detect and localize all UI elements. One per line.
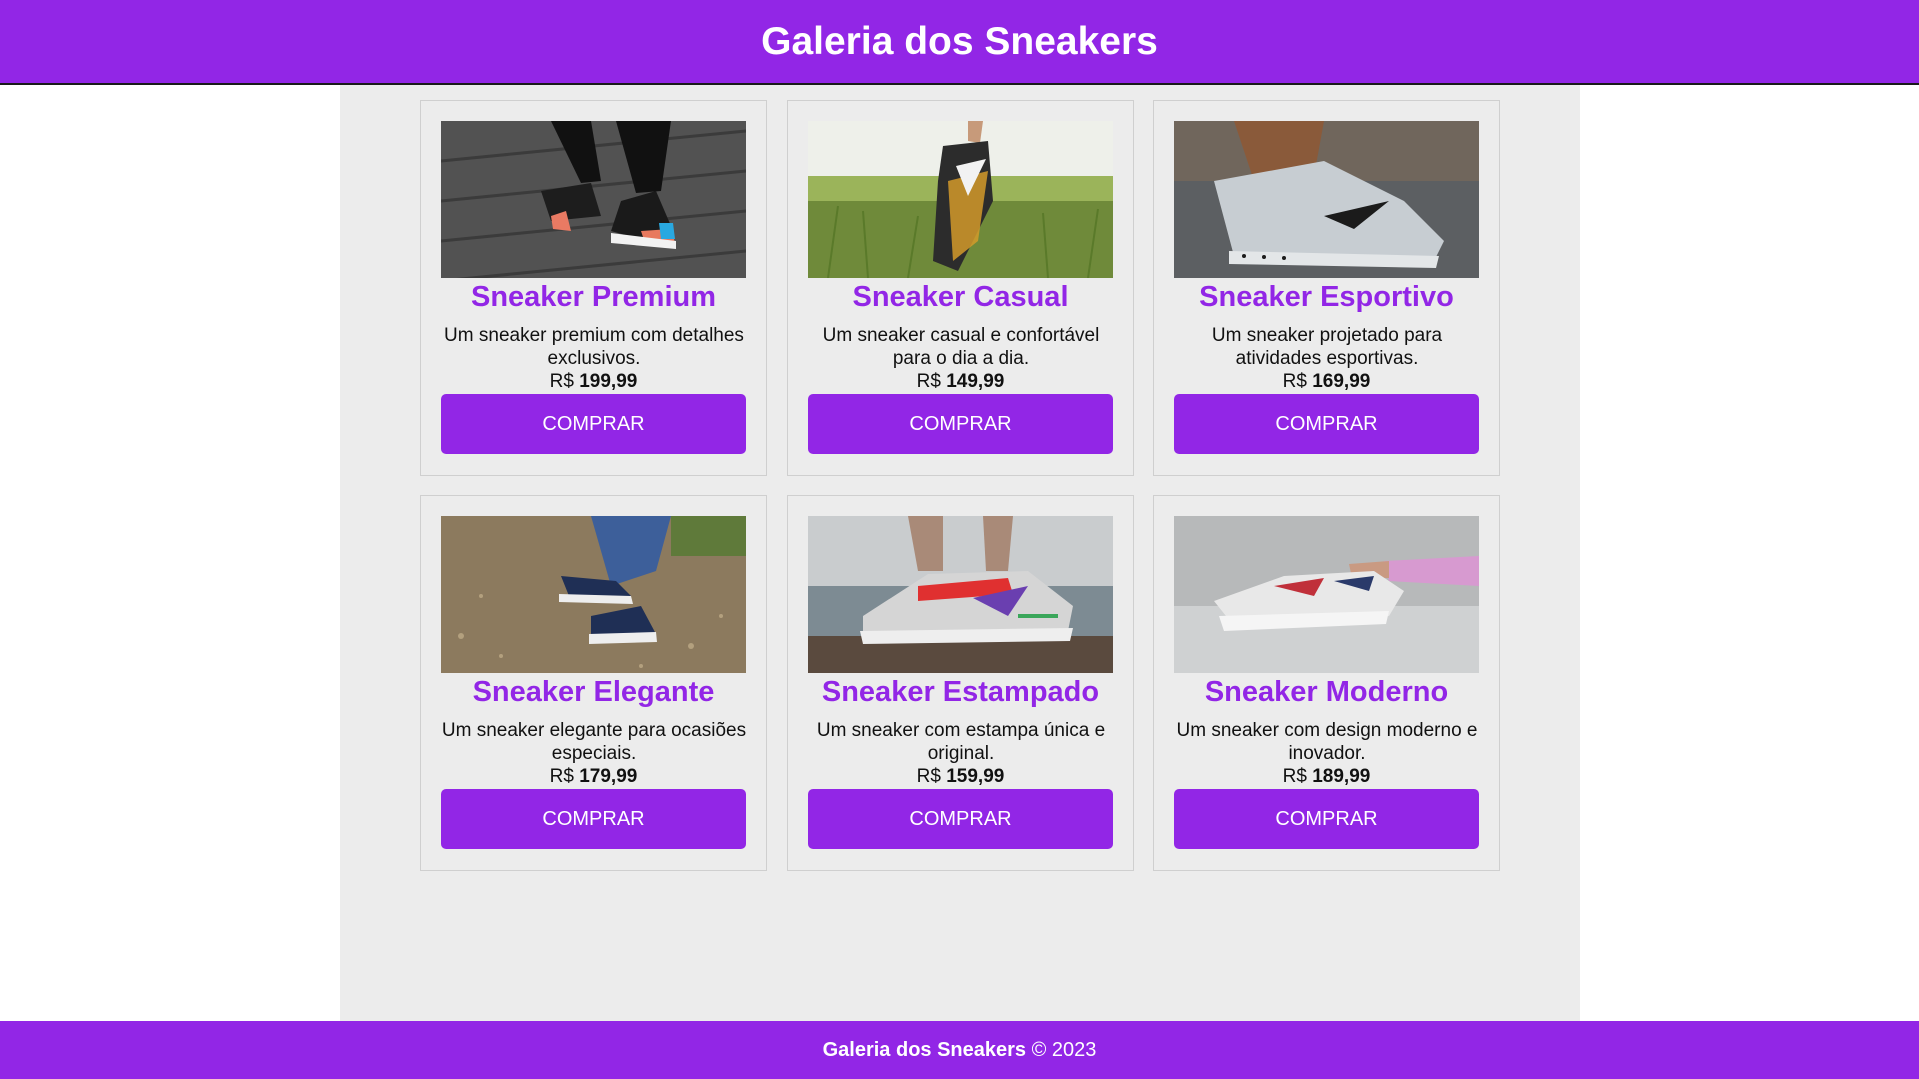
- product-name: Sneaker Esportivo: [1199, 281, 1454, 313]
- product-description: Um sneaker com estampa única e original.: [816, 720, 1106, 764]
- sneaker-premium-photo: [441, 121, 746, 278]
- price-currency: R$: [916, 371, 941, 392]
- buy-button[interactable]: COMPRAR: [1174, 394, 1479, 454]
- price-currency: R$: [916, 766, 941, 787]
- sneaker-esportivo-photo: [1174, 121, 1479, 278]
- product-name: Sneaker Premium: [470, 281, 716, 313]
- product-description: Um sneaker casual e confortável para o d…: [822, 325, 1100, 369]
- price-value: 169,99: [1312, 371, 1371, 392]
- product-name: Sneaker Casual: [852, 281, 1069, 313]
- price-currency: R$: [1282, 766, 1307, 787]
- sneaker-estampado-photo: [808, 516, 1113, 673]
- price-value: 179,99: [579, 766, 638, 787]
- footer-copyright: © 2023: [1031, 1038, 1097, 1061]
- price-currency: R$: [1282, 371, 1307, 392]
- product-description: Um sneaker premium com detalhes exclusiv…: [444, 325, 744, 369]
- product-card: Sneaker Moderno Um sneaker com design mo…: [1153, 495, 1500, 871]
- product-card: Sneaker Casual Um sneaker casual e confo…: [787, 100, 1134, 476]
- price-value: 199,99: [579, 371, 638, 392]
- buy-button[interactable]: COMPRAR: [441, 789, 746, 849]
- product-name: Sneaker Moderno: [1204, 676, 1449, 708]
- buy-button[interactable]: COMPRAR: [441, 394, 746, 454]
- price-value: 149,99: [946, 371, 1005, 392]
- product-card: Sneaker Premium Um sneaker premium com d…: [420, 100, 767, 476]
- price-value: 159,99: [946, 766, 1005, 787]
- product-price: R$ 169,99: [1154, 370, 1499, 393]
- footer-brand: Galeria dos Sneakers: [822, 1038, 1027, 1061]
- product-name: Sneaker Elegante: [472, 676, 715, 708]
- product-description: Um sneaker elegante para ocasiões especi…: [441, 720, 747, 764]
- buy-button[interactable]: COMPRAR: [808, 394, 1113, 454]
- product-card: Sneaker Esportivo Um sneaker projetado p…: [1153, 100, 1500, 476]
- product-price: R$ 199,99: [421, 370, 766, 393]
- product-card: Sneaker Elegante Um sneaker elegante par…: [420, 495, 767, 871]
- sneaker-moderno-photo: [1174, 516, 1479, 673]
- sneaker-casual-photo: [808, 121, 1113, 278]
- price-currency: R$: [549, 766, 574, 787]
- product-description: Um sneaker com design moderno e inovador…: [1176, 720, 1478, 764]
- product-card: Sneaker Estampado Um sneaker com estampa…: [787, 495, 1134, 871]
- price-currency: R$: [549, 371, 574, 392]
- page-footer: Galeria dos Sneakers © 2023: [0, 1021, 1919, 1079]
- product-price: R$ 189,99: [1154, 765, 1499, 788]
- product-description: Um sneaker projetado para atividades esp…: [1211, 325, 1443, 369]
- page-header: Galeria dos Sneakers: [0, 0, 1919, 85]
- product-price: R$ 159,99: [788, 765, 1133, 788]
- product-name: Sneaker Estampado: [821, 676, 1100, 708]
- product-price: R$ 149,99: [788, 370, 1133, 393]
- sneaker-elegante-photo: [441, 516, 746, 673]
- price-value: 189,99: [1312, 766, 1371, 787]
- page-title: Galeria dos Sneakers: [761, 19, 1158, 63]
- buy-button[interactable]: COMPRAR: [1174, 789, 1479, 849]
- buy-button[interactable]: COMPRAR: [808, 789, 1113, 849]
- product-price: R$ 179,99: [421, 765, 766, 788]
- product-gallery: Sneaker Premium Um sneaker premium com d…: [340, 85, 1580, 1021]
